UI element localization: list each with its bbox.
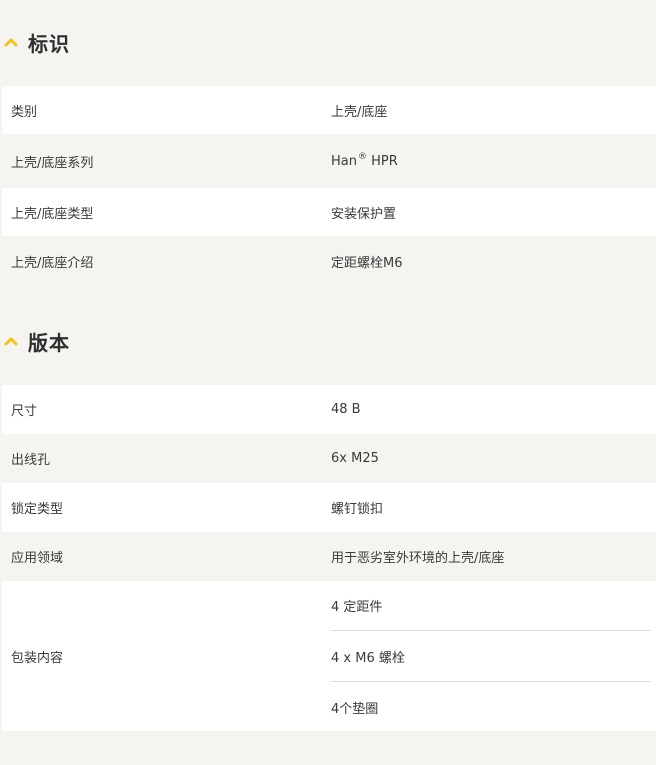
row-label: 应用领域 [11,551,64,566]
row-value: 48 B [331,402,361,417]
table-row-package-contents: 包装内容 4 定距件 4 x M6 螺栓 4个垫圈 [2,581,656,731]
table-row: 应用领域 用于恶劣室外环境的上壳/底座 [2,532,656,581]
table-row: 锁定类型 螺钉锁扣 [2,483,656,532]
section-title-version: 版本 [28,330,70,355]
row-label: 出线孔 [11,453,51,468]
registered-mark: ® [357,151,367,162]
row-label: 上壳/底座类型 [11,206,94,222]
row-label: 包装内容 [11,650,64,666]
row-label: 锁定类型 [11,502,64,517]
table-row: 尺寸 48 B [2,385,656,434]
table-row: 上壳/底座介绍 定距螺栓M6 [2,236,656,286]
section-title-identification: 标识 [28,31,70,56]
section-header-identification[interactable]: 标识 [0,22,70,62]
list-item: 4 定距件 [331,580,651,631]
row-label: 类别 [11,104,38,120]
row-value: 安装保护置 [331,206,397,222]
identification-table: 类别 上壳/底座 上壳/底座系列 Han® HPR 上壳/底座类型 安装保护置 … [2,86,656,286]
series-name: Han [331,153,357,169]
row-label: 上壳/底座介绍 [11,255,94,271]
chevron-up-icon[interactable] [4,336,18,346]
version-table: 尺寸 48 B 出线孔 6x M25 锁定类型 螺钉锁扣 应用领域 用于恶劣室外… [2,385,656,731]
section-header-version[interactable]: 版本 [0,321,70,361]
row-value: 上壳/底座 [331,104,388,120]
row-value: 螺钉锁扣 [331,502,384,517]
chevron-up-icon[interactable] [4,37,18,47]
package-contents-list: 4 定距件 4 x M6 螺栓 4个垫圈 [331,580,656,732]
row-value: 用于恶劣室外环境的上壳/底座 [331,551,505,566]
list-item: 4 x M6 螺栓 [331,631,651,682]
row-value: 6x M25 [331,451,379,466]
table-row: 类别 上壳/底座 [2,86,656,134]
row-value: 定距螺栓M6 [331,255,403,271]
table-row: 上壳/底座系列 Han® HPR [2,134,656,188]
row-label: 尺寸 [11,404,38,419]
table-row: 出线孔 6x M25 [2,434,656,483]
series-suffix: HPR [366,153,398,169]
row-label: 上壳/底座系列 [11,155,94,171]
row-value: Han® HPR [331,151,656,169]
table-row: 上壳/底座类型 安装保护置 [2,188,656,236]
list-item: 4个垫圈 [331,701,379,717]
